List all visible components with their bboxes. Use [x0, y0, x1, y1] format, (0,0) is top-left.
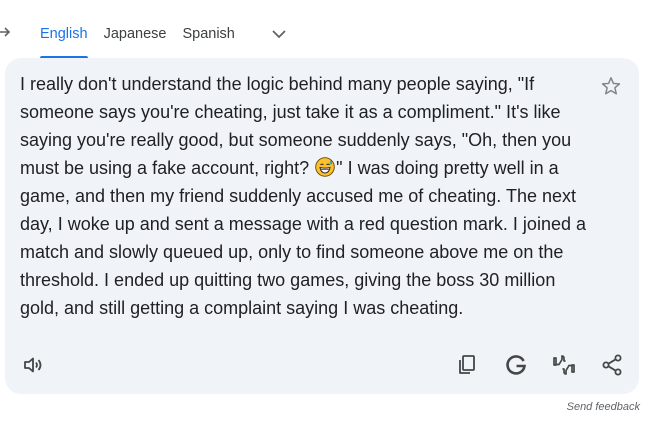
tab-english[interactable]: English [40, 24, 88, 58]
tab-japanese[interactable]: Japanese [104, 24, 167, 58]
grinning-sweat-emoji-icon [315, 157, 335, 177]
tab-spanish[interactable]: Spanish [182, 24, 234, 58]
star-icon[interactable] [600, 75, 622, 97]
translation-text: I really don't understand the logic behi… [20, 70, 592, 322]
send-feedback-link[interactable]: Send feedback [567, 401, 640, 413]
speaker-icon[interactable] [21, 353, 45, 377]
target-language-tabs: English Japanese Spanish [40, 24, 289, 60]
chevron-down-icon[interactable] [269, 24, 289, 44]
google-icon[interactable] [504, 353, 528, 377]
translation-card: I really don't understand the logic behi… [5, 58, 639, 394]
copy-icon[interactable] [455, 353, 479, 377]
translate-result-panel: English Japanese Spanish I really don't … [0, 0, 666, 423]
thumbs-rating-icon[interactable] [552, 353, 576, 377]
arrow-right-icon[interactable] [0, 22, 12, 42]
translation-text-part-2: " I was doing pretty well in a game, and… [20, 158, 592, 318]
share-icon[interactable] [600, 353, 624, 377]
